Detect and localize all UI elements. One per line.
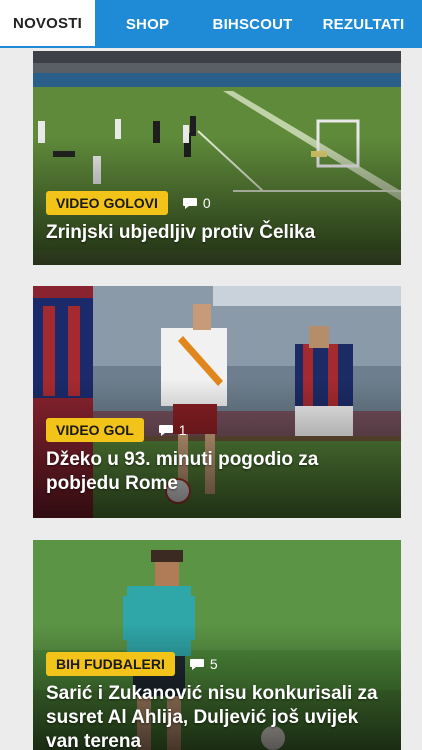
tab-bihscout[interactable]: BIHSCOUT [200,0,305,48]
category-badge[interactable]: BIH FUDBALERI [46,652,175,676]
top-nav: NOVOSTI SHOP BIHSCOUT REZULTATI [0,0,422,48]
comment-count-value: 1 [178,422,187,438]
tab-novosti[interactable]: NOVOSTI [0,0,95,48]
comment-icon [182,197,197,209]
comment-icon [189,658,204,670]
category-badge[interactable]: VIDEO GOLOVI [46,191,168,215]
article-meta: BIH FUDBALERI 5 [46,652,218,676]
news-card[interactable]: VIDEO GOLOVI 0 Zrinjski ubjedljiv protiv… [33,51,401,265]
comment-icon [158,424,173,436]
comment-count[interactable]: 1 [158,422,187,438]
news-card[interactable]: VIDEO GOL 1 Džeko u 93. minuti pogodio z… [33,286,401,518]
news-card[interactable]: BIH FUDBALERI 5 Sarić i Zukanović nisu k… [33,540,401,750]
article-title[interactable]: Zrinjski ubjedljiv protiv Čelika [46,221,389,245]
article-title[interactable]: Džeko u 93. minuti pogodio za pobjedu Ro… [46,448,389,496]
comment-count[interactable]: 5 [189,656,218,672]
category-badge[interactable]: VIDEO GOL [46,418,144,442]
comment-count-value: 0 [202,195,211,211]
article-meta: VIDEO GOL 1 [46,418,187,442]
comment-count-value: 5 [209,656,218,672]
article-meta: VIDEO GOLOVI 0 [46,191,211,215]
tab-rezultati[interactable]: REZULTATI [305,0,422,48]
article-title[interactable]: Sarić i Zukanović nisu konkurisali za su… [46,682,389,750]
comment-count[interactable]: 0 [182,195,211,211]
tab-shop[interactable]: SHOP [95,0,200,48]
